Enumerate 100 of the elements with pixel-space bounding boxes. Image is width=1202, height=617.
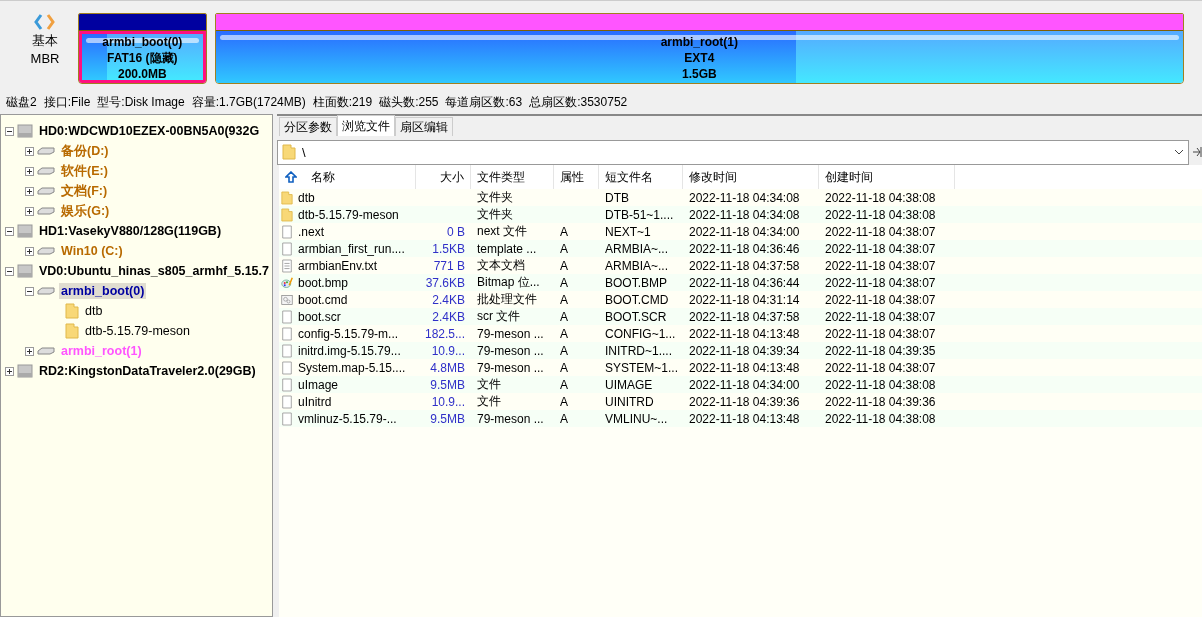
file-size: 182.5... <box>423 326 466 341</box>
tree-item[interactable]: HD1:VasekyV880/128G(119GB) <box>37 223 224 239</box>
tree-item[interactable]: RD2:KingstonDataTraveler2.0(29GB) <box>37 363 258 379</box>
partition-name: armbi_boot(0) <box>102 34 183 50</box>
file-name[interactable]: boot.cmd <box>296 292 416 307</box>
folder-icon <box>65 323 79 339</box>
file-attribute: A <box>559 275 569 290</box>
collapse-toggle-icon[interactable] <box>5 226 14 236</box>
hard-drive-icon <box>17 224 33 238</box>
disk-info-text: 接口:File <box>43 93 91 111</box>
drive-icon <box>37 247 55 255</box>
tab[interactable]: 浏览文件 <box>337 115 395 136</box>
tree-item[interactable]: HD0:WDCWD10EZEX-00BN5A0(932G <box>37 123 262 139</box>
expand-toggle-icon[interactable] <box>25 186 34 196</box>
tree-item[interactable]: 软件(E:) <box>59 161 110 181</box>
created-time: 2022-11-18 04:38:07 <box>824 224 937 239</box>
folder-icon <box>282 144 296 160</box>
file-type: 79-meson ... <box>476 343 545 358</box>
disk-info-text: 每道扇区数:63 <box>445 93 523 111</box>
modified-time: 2022-11-18 04:34:08 <box>688 190 801 205</box>
expand-toggle-icon[interactable] <box>25 206 34 216</box>
up-arrow-icon[interactable] <box>285 171 297 183</box>
partition-size: 200.0MB <box>117 66 167 82</box>
go-arrow-icon[interactable] <box>1193 146 1202 158</box>
file-name[interactable]: boot.scr <box>296 309 416 324</box>
tab[interactable]: 分区参数 <box>279 117 337 136</box>
expand-toggle-icon[interactable] <box>25 166 34 176</box>
file-name[interactable]: armbianEnv.txt <box>296 258 416 273</box>
expand-toggle-icon[interactable] <box>25 346 34 356</box>
file-name[interactable]: uImage <box>296 377 416 392</box>
tree-item[interactable]: dtb-5.15.79-meson <box>83 323 192 339</box>
drive-icon <box>37 207 55 215</box>
file-name[interactable]: .next <box>296 224 416 239</box>
file-type: 文件 <box>476 376 502 393</box>
file-size: 2.4KB <box>431 309 466 324</box>
file-name[interactable]: uInitrd <box>296 394 416 409</box>
file-type: 文本文档 <box>476 257 526 274</box>
file-name[interactable]: System.map-5.15.... <box>296 360 416 375</box>
folder-icon <box>281 206 293 223</box>
short-file-name: ARMBIA~... <box>604 258 670 273</box>
modified-time: 2022-11-18 04:36:46 <box>688 241 801 256</box>
modified-time: 2022-11-18 04:37:58 <box>688 309 801 324</box>
short-file-name: BOOT.BMP <box>604 275 668 290</box>
file-name[interactable]: config-5.15.79-m... <box>296 326 416 341</box>
tree-item[interactable]: 备份(D:) <box>59 141 111 161</box>
file-name[interactable]: armbian_first_run.... <box>296 241 416 256</box>
file-type: Bitmap 位... <box>476 274 541 291</box>
expand-toggle-icon[interactable] <box>25 246 34 256</box>
tree-item[interactable]: Win10 (C:) <box>59 243 125 259</box>
file-attribute: A <box>559 292 569 307</box>
collapse-toggle-icon[interactable] <box>25 286 34 296</box>
tree-item[interactable]: 娱乐(G:) <box>59 201 112 221</box>
short-file-name: UINITRD <box>604 394 655 409</box>
file-attribute: A <box>559 224 569 239</box>
partition-bar[interactable]: armbi_boot(0) FAT16 (隐藏) 200.0MB <box>78 13 207 84</box>
file-size: 10.9... <box>430 343 466 358</box>
partition-name: armbi_root(1) <box>660 34 738 50</box>
file-size: 1.5KB <box>431 241 466 256</box>
created-time: 2022-11-18 04:39:35 <box>824 343 937 358</box>
short-file-name: SYSTEM~1... <box>604 360 680 375</box>
chevron-down-icon[interactable] <box>1174 149 1184 155</box>
file-name[interactable]: dtb <box>296 190 416 205</box>
expand-toggle-icon[interactable] <box>5 366 14 376</box>
file-attribute: A <box>559 258 569 273</box>
path-field[interactable]: \ <box>277 139 1189 165</box>
tree-item[interactable]: dtb <box>83 303 105 319</box>
tree-item[interactable]: VD0:Ubuntu_hinas_s805_armhf_5.15.7 <box>37 263 271 279</box>
short-file-name: INITRD~1.... <box>604 343 673 358</box>
file-name[interactable]: dtb-5.15.79-meson <box>296 207 416 222</box>
modified-time: 2022-11-18 04:37:58 <box>688 258 801 273</box>
file-attribute: A <box>559 241 569 256</box>
created-time: 2022-11-18 04:38:08 <box>824 411 937 426</box>
partition-bar[interactable]: armbi_root(1) EXT4 1.5GB <box>214 13 1184 84</box>
disk-info-text: 总扇区数:3530752 <box>529 93 628 111</box>
disk-info-text: 柱面数:219 <box>312 93 373 111</box>
short-file-name: VMLINU~... <box>604 411 669 426</box>
created-time: 2022-11-18 04:38:07 <box>824 241 937 256</box>
file-name[interactable]: vmlinuz-5.15.79-... <box>296 411 416 426</box>
file-type: scr 文件 <box>476 308 522 325</box>
disk-info-text: 磁盘2 <box>6 93 37 111</box>
file-type: template ... <box>476 241 538 256</box>
collapse-toggle-icon[interactable] <box>5 126 14 136</box>
file-type: 批处理文件 <box>476 291 538 308</box>
created-time: 2022-11-18 04:38:07 <box>824 275 937 290</box>
tree-item[interactable]: armbi_boot(0) <box>59 283 147 299</box>
file-name[interactable]: initrd.img-5.15.79... <box>296 343 416 358</box>
file-size: 2.4KB <box>431 292 466 307</box>
file-attribute: A <box>559 411 569 426</box>
file-type: 79-meson ... <box>476 411 545 426</box>
file-attribute: A <box>559 343 569 358</box>
short-file-name: NEXT~1 <box>604 224 652 239</box>
tab[interactable]: 扇区编辑 <box>395 117 453 136</box>
expand-toggle-icon[interactable] <box>25 146 34 156</box>
short-file-name: DTB <box>604 190 630 205</box>
file-type: 文件 <box>476 393 502 410</box>
collapse-toggle-icon[interactable] <box>5 266 14 276</box>
modified-time: 2022-11-18 04:34:08 <box>688 207 801 222</box>
partition-filesystem: EXT4 <box>684 50 715 66</box>
tree-item[interactable]: 文档(F:) <box>59 181 110 201</box>
file-name[interactable]: boot.bmp <box>296 275 416 290</box>
